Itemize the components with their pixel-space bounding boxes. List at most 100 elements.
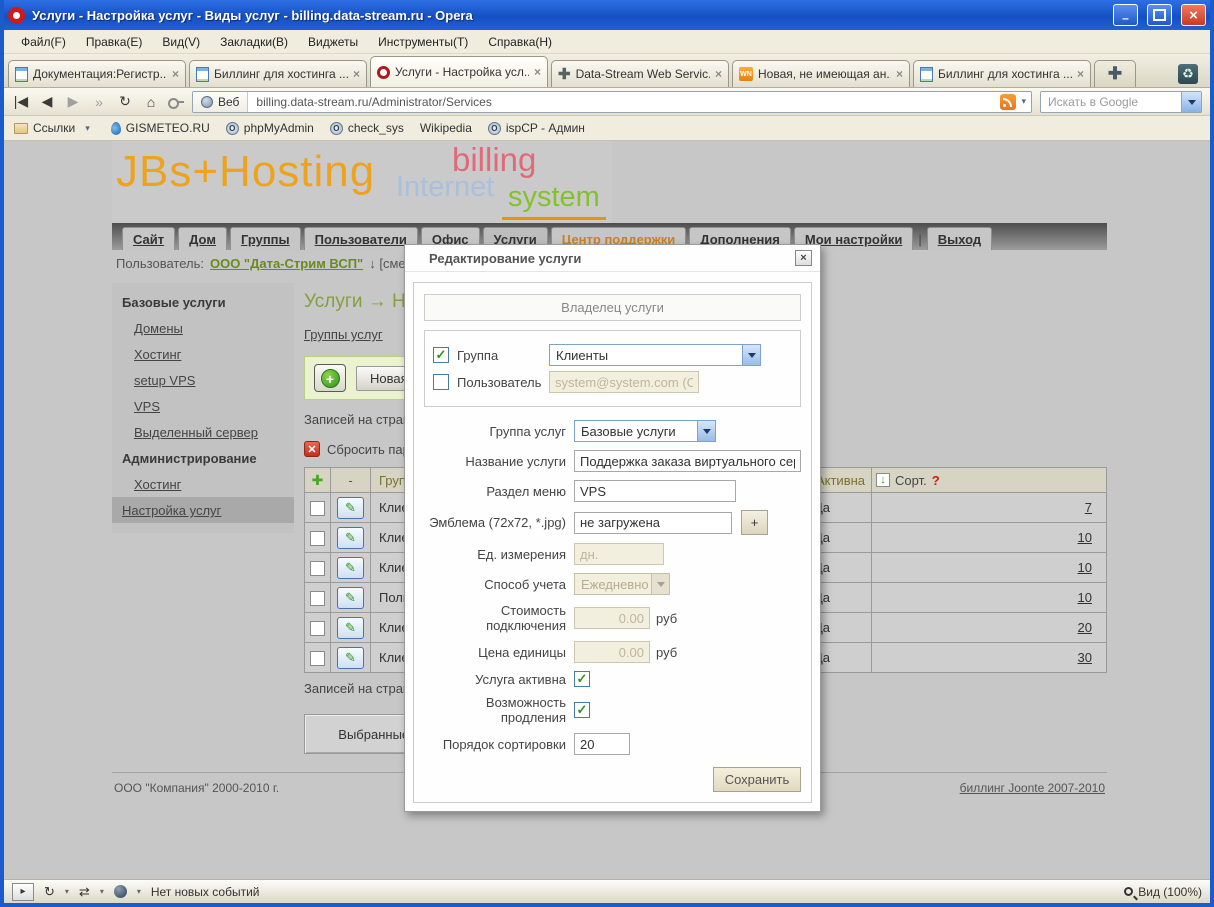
rss-icon[interactable] [1000, 94, 1016, 110]
bookmark-wikipedia[interactable]: Wikipedia [420, 121, 472, 135]
sort-cell[interactable]: 7 [872, 493, 1107, 523]
tab-billing-hosting-2[interactable]: Биллинг для хостинга ... [913, 60, 1091, 87]
renewable-checkbox[interactable] [574, 702, 590, 718]
row-checkbox[interactable] [310, 621, 325, 636]
panels-toggle-button[interactable] [12, 883, 34, 901]
save-button[interactable]: Сохранить [713, 767, 801, 792]
menu-bookmarks[interactable]: Закладки(B) [211, 32, 297, 52]
bookmark-check-sys[interactable]: check_sys [330, 121, 404, 135]
dialog-titlebar[interactable]: Редактирование услуги [405, 245, 820, 272]
fast-forward-icon[interactable]: » [90, 94, 108, 110]
owner-group-select[interactable]: Клиенты [549, 344, 761, 366]
service-groups-tab[interactable]: Группы услуг [304, 327, 383, 342]
current-user-link[interactable]: ООО "Дата-Стрим ВСП" [210, 256, 363, 271]
sidebar-item-admin-hosting[interactable]: Хостинг [112, 471, 294, 497]
address-field[interactable]: Веб billing.data-stream.ru/Administrator… [192, 91, 1032, 113]
nav-exit[interactable]: Выход [927, 227, 992, 250]
search-field[interactable]: Искать в Google [1040, 91, 1202, 113]
zoom-indicator[interactable]: Вид (100%) [1124, 885, 1202, 899]
search-placeholder[interactable]: Искать в Google [1041, 95, 1181, 109]
service-group-select[interactable]: Базовые услуги [574, 420, 716, 442]
reload-icon[interactable]: ↻ [116, 93, 134, 110]
edit-icon[interactable] [337, 587, 364, 609]
owner-user-checkbox[interactable] [433, 374, 449, 390]
minimize-button[interactable] [1113, 4, 1138, 26]
maximize-button[interactable] [1147, 4, 1172, 26]
add-service-button[interactable] [314, 364, 346, 392]
row-checkbox[interactable] [310, 531, 325, 546]
sort-cell[interactable]: 10 [872, 583, 1107, 613]
tab-services-active[interactable]: Услуги - Настройка усл... [370, 56, 548, 87]
sidebar-item-dedicated[interactable]: Выделенный сервер [112, 419, 294, 445]
menu-widgets[interactable]: Виджеты [299, 32, 367, 52]
billing-credit-link[interactable]: биллинг Joonte 2007-2010 [960, 781, 1105, 795]
sort-cell[interactable]: 10 [872, 523, 1107, 553]
sort-column-header[interactable]: Сорт. ? [872, 468, 1107, 493]
tab-close-icon[interactable] [534, 65, 541, 79]
sort-cell[interactable]: 30 [872, 643, 1107, 673]
tab-billing-hosting-1[interactable]: Биллинг для хостинга ... [189, 60, 367, 87]
menu-edit[interactable]: Правка(E) [77, 32, 152, 52]
sidebar-item-service-settings[interactable]: Настройка услуг [112, 497, 294, 523]
forward-icon[interactable]: ▶ [64, 93, 82, 110]
collapse-column-header[interactable]: - [331, 468, 371, 493]
menu-file[interactable]: Файл(F) [12, 32, 75, 52]
owner-group-checkbox[interactable] [433, 347, 449, 363]
sort-cell[interactable]: 10 [872, 553, 1107, 583]
new-tab-button[interactable] [1094, 60, 1136, 87]
sidebar-item-vps[interactable]: VPS [112, 393, 294, 419]
sort-help-icon[interactable]: ? [932, 473, 940, 488]
service-name-field[interactable] [574, 450, 801, 472]
sidebar-item-setup-vps[interactable]: setup VPS [112, 367, 294, 393]
row-checkbox[interactable] [310, 651, 325, 666]
nav-site[interactable]: Сайт [122, 227, 175, 250]
service-active-checkbox[interactable] [574, 671, 590, 687]
key-icon[interactable] [168, 97, 184, 107]
menu-section-field[interactable] [574, 480, 736, 502]
nav-home[interactable]: Дом [178, 227, 227, 250]
emblem-field[interactable] [574, 512, 732, 534]
edit-icon[interactable] [337, 497, 364, 519]
sort-order-field[interactable] [574, 733, 630, 755]
chevron-down-icon[interactable] [100, 887, 104, 896]
tab-close-icon[interactable] [715, 67, 722, 81]
nav-users[interactable]: Пользователи [304, 227, 418, 250]
add-row-icon[interactable] [305, 468, 331, 493]
rewind-icon[interactable]: |◀ [12, 93, 30, 110]
chevron-down-icon[interactable] [137, 887, 141, 896]
bookmark-phpmyadmin[interactable]: phpMyAdmin [226, 121, 314, 135]
tab-close-icon[interactable] [1077, 67, 1084, 81]
edit-icon[interactable] [337, 617, 364, 639]
back-icon[interactable]: ◀ [38, 93, 56, 110]
window-titlebar[interactable]: Услуги - Настройка услуг - Виды услуг - … [4, 0, 1210, 30]
sidebar-item-domains[interactable]: Домены [112, 315, 294, 341]
unite-icon[interactable]: ⇄ [79, 884, 90, 900]
menu-view[interactable]: Вид(V) [153, 32, 209, 52]
search-engine-dropdown[interactable] [1181, 92, 1201, 112]
menu-tools[interactable]: Инструменты(T) [369, 32, 477, 52]
sort-cell[interactable]: 20 [872, 613, 1107, 643]
tab-new-page[interactable]: WN Новая, не имеющая ан... [732, 60, 910, 87]
web-mode-chip[interactable]: Веб [193, 92, 248, 112]
row-checkbox[interactable] [310, 561, 325, 576]
edit-icon[interactable] [337, 647, 364, 669]
tab-data-stream[interactable]: Data-Stream Web Servic... [551, 60, 729, 87]
tab-close-icon[interactable] [896, 67, 903, 81]
tab-documentation[interactable]: Документация:Регистр... [8, 60, 186, 87]
url-text[interactable]: billing.data-stream.ru/Administrator/Ser… [248, 95, 1000, 109]
close-button[interactable] [1181, 4, 1206, 26]
sidebar-item-hosting[interactable]: Хостинг [112, 341, 294, 367]
edit-icon[interactable] [337, 527, 364, 549]
menu-help[interactable]: Справка(H) [479, 32, 561, 52]
row-checkbox[interactable] [310, 591, 325, 606]
tab-close-icon[interactable] [353, 67, 360, 81]
row-checkbox[interactable] [310, 501, 325, 516]
closed-tabs-button[interactable] [1170, 61, 1206, 87]
tab-close-icon[interactable] [172, 67, 179, 81]
bookmark-gismeteo[interactable]: GISMETEO.RU [111, 121, 210, 135]
home-icon[interactable]: ⌂ [142, 94, 160, 110]
edit-icon[interactable] [337, 557, 364, 579]
address-dropdown-icon[interactable] [1016, 96, 1031, 107]
sync-icon[interactable]: ↻ [44, 884, 55, 900]
nav-groups[interactable]: Группы [230, 227, 301, 250]
